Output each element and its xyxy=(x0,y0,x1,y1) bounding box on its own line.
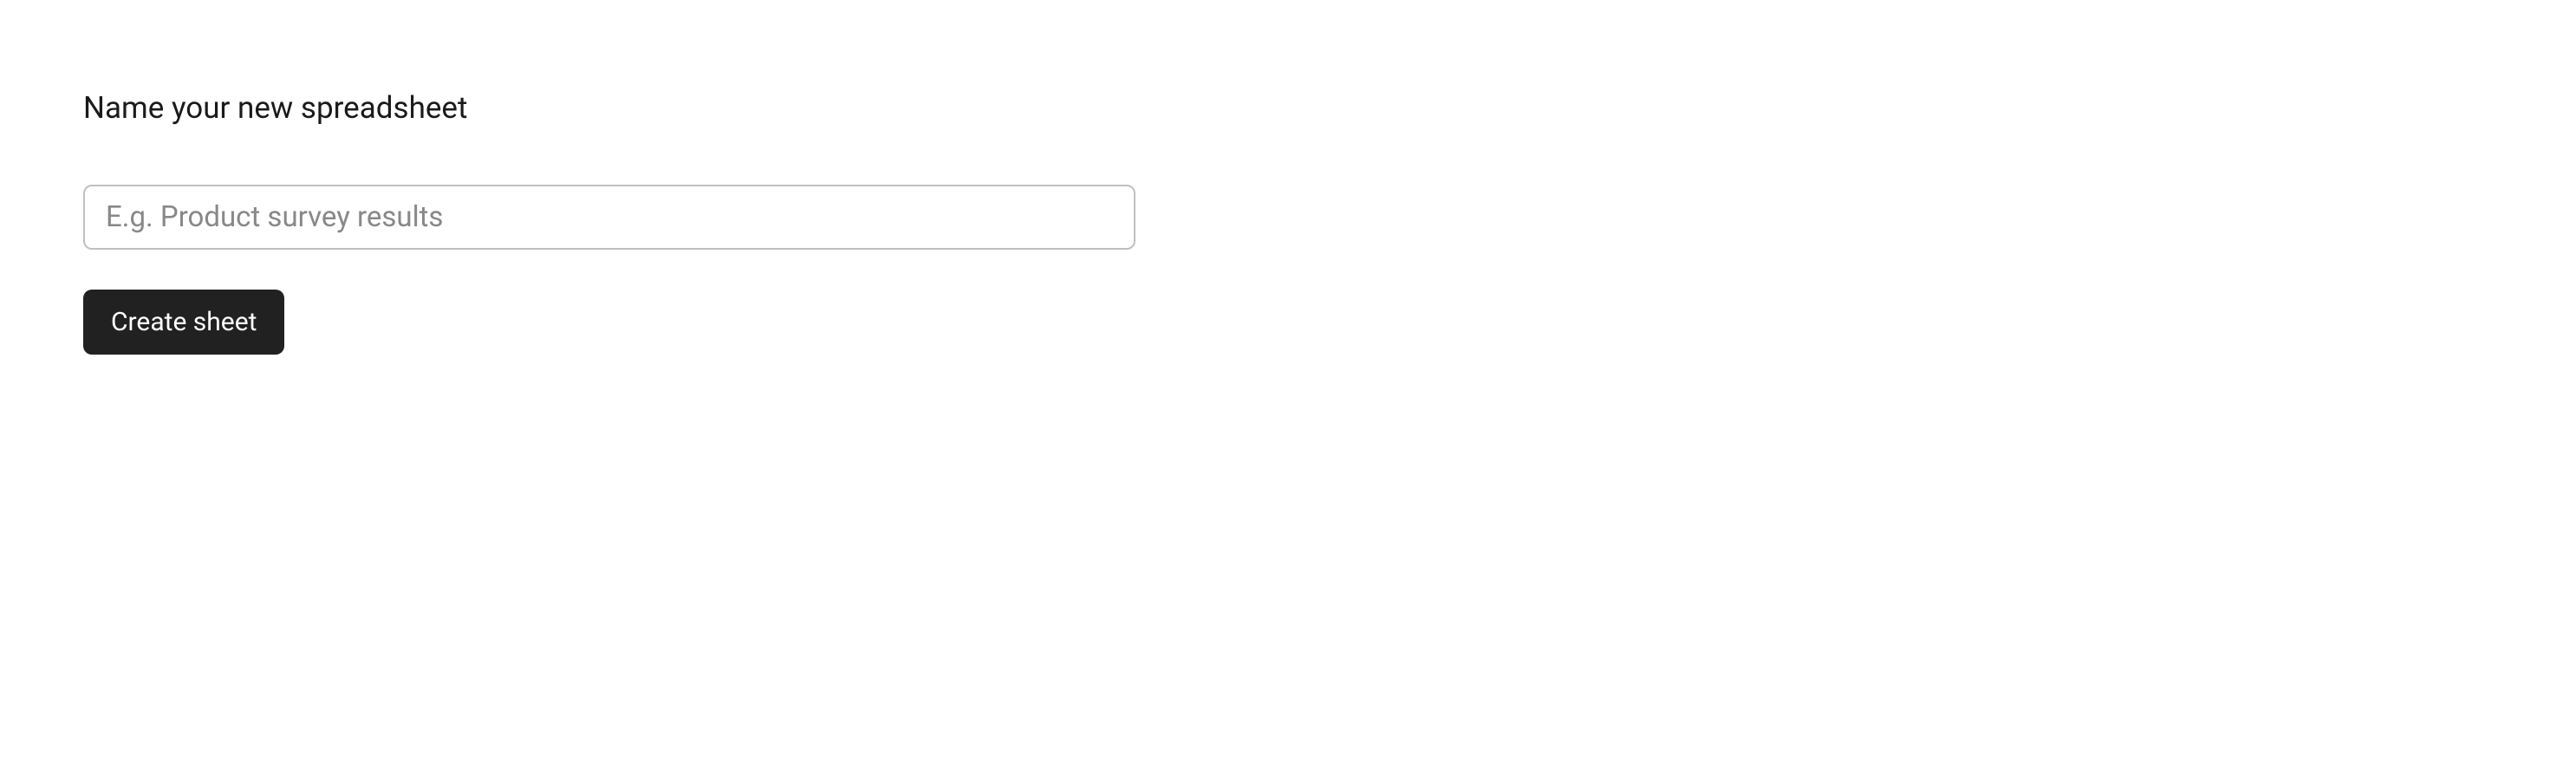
create-sheet-button[interactable]: Create sheet xyxy=(83,290,284,355)
new-spreadsheet-form: Name your new spreadsheet Create sheet xyxy=(83,90,1135,355)
spreadsheet-name-input[interactable] xyxy=(83,185,1135,250)
spreadsheet-name-label: Name your new spreadsheet xyxy=(83,90,1135,126)
